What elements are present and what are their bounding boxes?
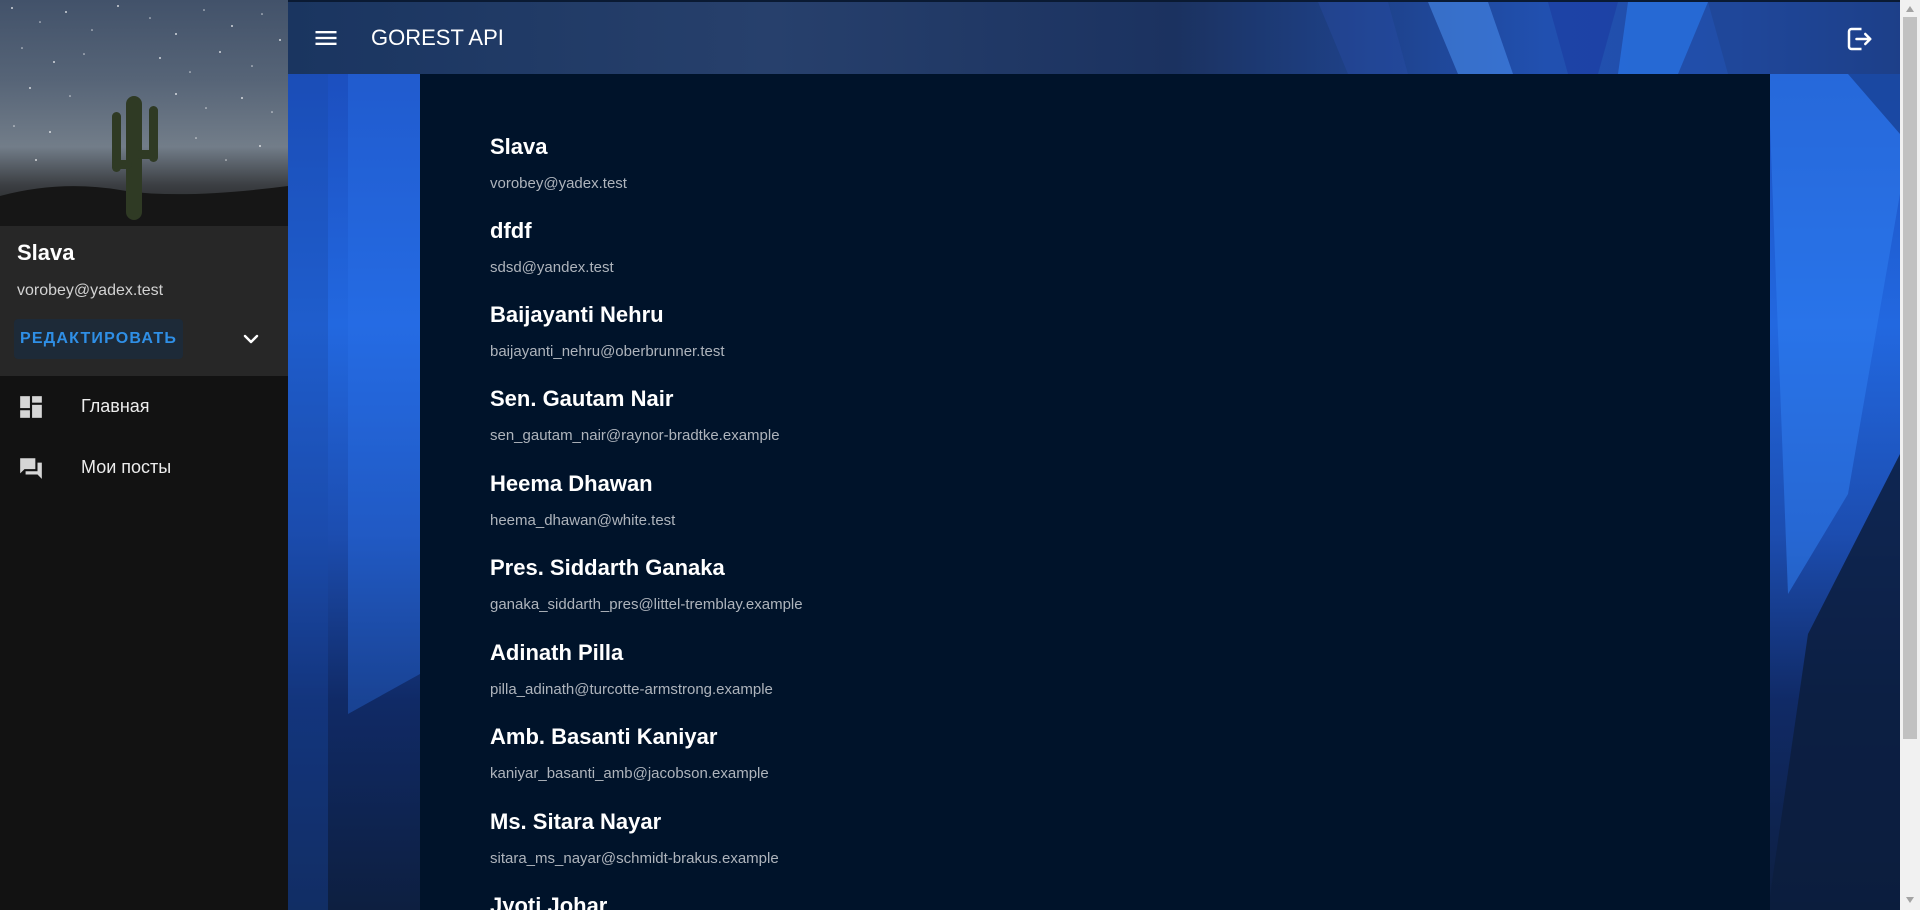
user-email: vorobey@yadex.test [490, 175, 627, 192]
cover-photo [0, 0, 288, 226]
menu-button[interactable] [312, 24, 340, 52]
nav-label-my-posts: Мои посты [81, 456, 172, 477]
appbar-decoration [1318, 2, 1900, 74]
list-item[interactable]: Jyoti Johar [490, 893, 607, 910]
forum-icon [20, 458, 42, 479]
profile-name: Slava [17, 240, 75, 265]
user-name: Heema Dhawan [490, 471, 653, 496]
user-email: pilla_adinath@turcotte-armstrong.example [490, 681, 773, 698]
list-item[interactable]: Slava vorobey@yadex.test [490, 134, 627, 192]
user-name: Ms. Sitara Nayar [490, 809, 662, 834]
cactus-night-sky-image [0, 5, 288, 226]
users-list: Slava vorobey@yadex.test dfdf sdsd@yande… [420, 74, 1770, 910]
user-name: dfdf [490, 218, 532, 243]
list-item[interactable]: dfdf sdsd@yandex.test [490, 218, 614, 276]
chevron-down-icon [243, 334, 259, 344]
navigation-drawer: Slava vorobey@yadex.test РЕДАКТИРОВАТЬ Г… [0, 0, 288, 910]
user-email: sdsd@yandex.test [490, 259, 614, 276]
user-email: baijayanti_nehru@oberbrunner.test [490, 343, 725, 360]
user-email: sen_gautam_nair@raynor-bradtke.example [490, 427, 780, 444]
nav-item-my-posts[interactable]: Мои посты [0, 438, 288, 496]
triangle-up-icon [1906, 6, 1914, 12]
user-name: Amb. Basanti Kaniyar [490, 724, 718, 749]
scroll-down-arrow[interactable] [1903, 893, 1917, 907]
list-item[interactable]: Ms. Sitara Nayar sitara_ms_nayar@schmidt… [490, 809, 779, 867]
app-title: GOREST API [371, 25, 504, 50]
user-email: sitara_ms_nayar@schmidt-brakus.example [490, 850, 779, 867]
list-item[interactable]: Amb. Basanti Kaniyar kaniyar_basanti_amb… [490, 724, 769, 782]
user-name: Sen. Gautam Nair [490, 386, 674, 411]
list-item[interactable]: Sen. Gautam Nair sen_gautam_nair@raynor-… [490, 386, 780, 444]
nav-label-home: Главная [81, 395, 150, 416]
profile-email: vorobey@yadex.test [17, 282, 164, 299]
user-name: Slava [490, 134, 548, 159]
list-item[interactable]: Baijayanti Nehru baijayanti_nehru@oberbr… [490, 302, 725, 360]
edit-profile-button[interactable]: РЕДАКТИРОВАТЬ [14, 319, 183, 359]
dashboard-icon [20, 396, 42, 418]
user-name: Baijayanti Nehru [490, 302, 664, 327]
logout-icon [1847, 27, 1872, 51]
list-item[interactable]: Pres. Siddarth Ganaka ganaka_siddarth_pr… [490, 555, 803, 613]
user-name: Pres. Siddarth Ganaka [490, 555, 725, 580]
user-profile-panel: Slava vorobey@yadex.test РЕДАКТИРОВАТЬ [0, 226, 288, 376]
triangle-down-icon [1906, 897, 1914, 903]
user-email: heema_dhawan@white.test [490, 512, 676, 529]
user-email: ganaka_siddarth_pres@littel-tremblay.exa… [490, 596, 803, 613]
list-item[interactable]: Adinath Pilla pilla_adinath@turcotte-arm… [490, 640, 773, 698]
menu-icon [315, 31, 337, 45]
app-bar: GOREST API [288, 2, 1900, 74]
user-email: kaniyar_basanti_amb@jacobson.example [490, 765, 769, 782]
logout-button[interactable] [1844, 24, 1874, 54]
user-name: Adinath Pilla [490, 640, 624, 665]
user-name: Jyoti Johar [490, 893, 608, 910]
nav-item-home[interactable]: Главная [0, 377, 288, 435]
expand-profile-button[interactable] [236, 326, 266, 352]
scrollbar-thumb[interactable] [1903, 17, 1917, 739]
scroll-up-arrow[interactable] [1903, 2, 1917, 16]
list-item[interactable]: Heema Dhawan heema_dhawan@white.test [490, 471, 675, 529]
